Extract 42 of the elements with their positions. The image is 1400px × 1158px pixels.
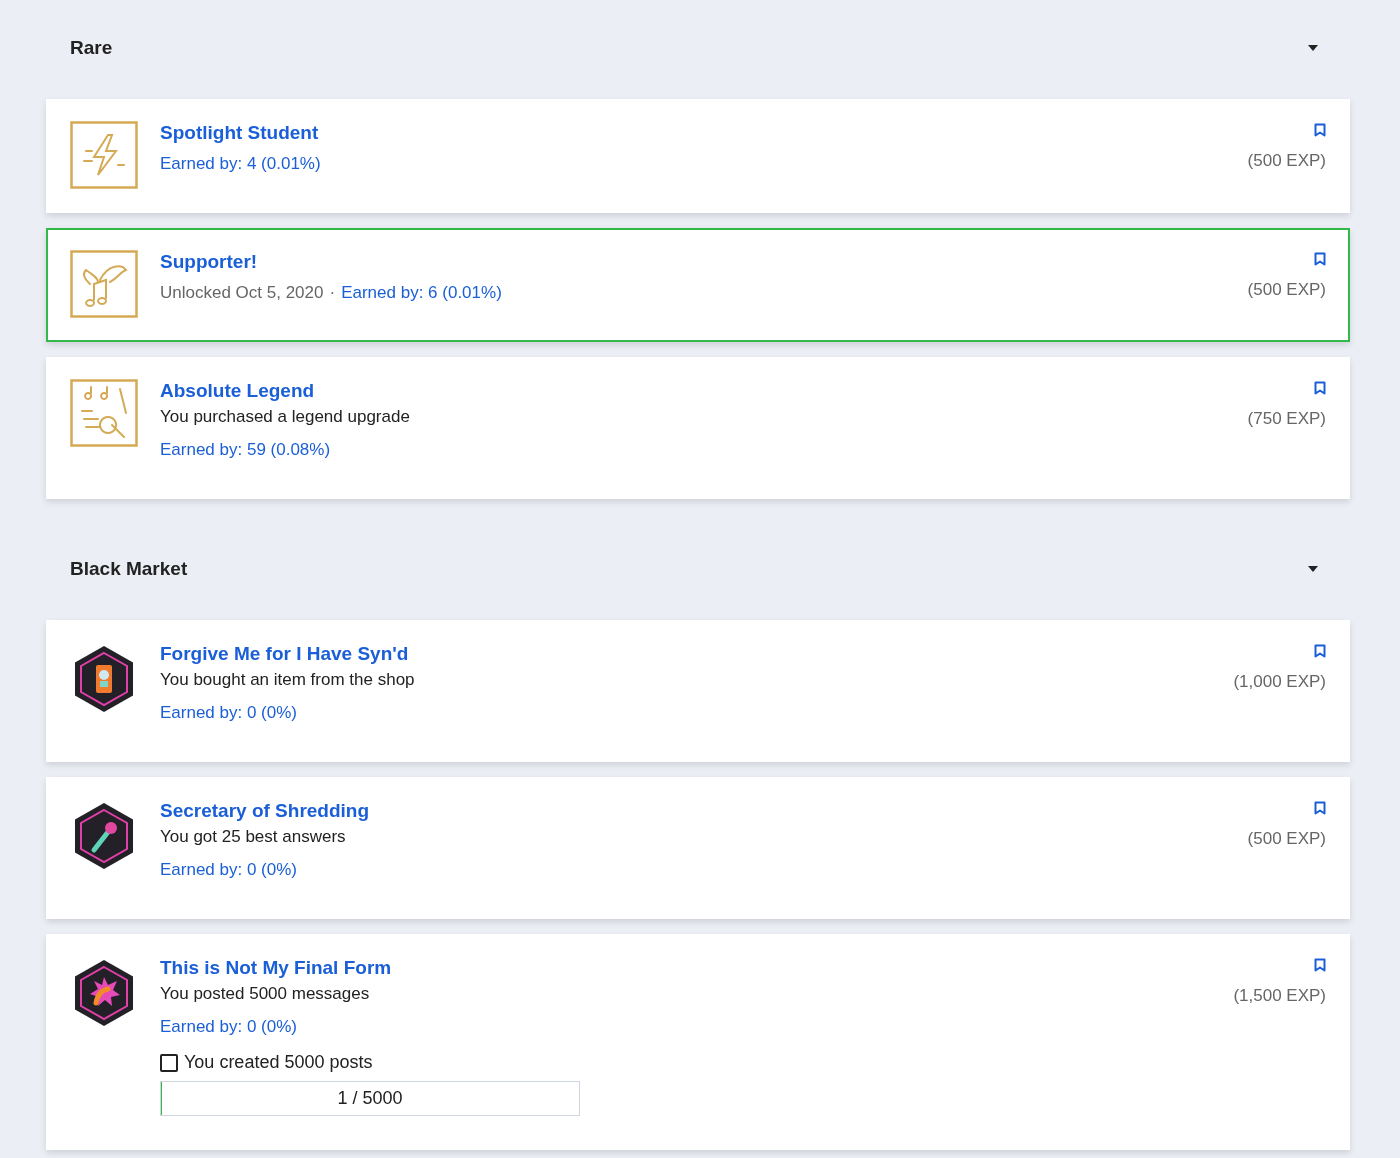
section-title: Black Market (70, 558, 188, 580)
hexagon-badge-icon (74, 959, 134, 1027)
bookmark-icon[interactable] (1314, 801, 1326, 815)
achievement-title[interactable]: Secretary of Shredding (160, 799, 370, 823)
earned-by-count: Earned by: 0 (0%) (160, 703, 297, 722)
framed-badge-icon (70, 379, 138, 447)
criterion-label: You created 5000 posts (184, 1052, 373, 1073)
exp-points: (1,000 EXP) (1233, 672, 1326, 692)
earned-by-count: Earned by: 4 (0.01%) (160, 154, 321, 173)
earned-by-count: Earned by: 0 (0%) (160, 860, 297, 879)
achievement-description: You got 25 best answers (160, 826, 347, 848)
achievement-title[interactable]: Supporter! (160, 250, 258, 274)
bookmark-icon[interactable] (1314, 123, 1326, 137)
bookmark-icon[interactable] (1314, 958, 1326, 972)
bookmark-icon[interactable] (1314, 252, 1326, 266)
earned-by-count: Earned by: 6 (0.01%) (341, 283, 502, 302)
achievement-description: You posted 5000 messages (160, 983, 371, 1005)
exp-points: (500 EXP) (1247, 151, 1326, 171)
separator-dot: · (329, 283, 336, 302)
framed-badge-icon (70, 250, 138, 318)
achievement-title[interactable]: Absolute Legend (160, 379, 315, 403)
exp-points: (500 EXP) (1247, 280, 1326, 300)
caret-icon[interactable] (1308, 45, 1318, 51)
hexagon-badge-icon (74, 645, 134, 713)
bookmark-icon[interactable] (1314, 644, 1326, 658)
framed-badge-icon (70, 121, 138, 189)
caret-icon[interactable] (1308, 566, 1318, 572)
bookmark-icon[interactable] (1314, 381, 1326, 395)
achievement-description: You purchased a legend upgrade (160, 406, 411, 428)
unlocked-date: Unlocked Oct 5, 2020 (160, 283, 324, 302)
achievement-description: You bought an item from the shop (160, 669, 416, 691)
exp-points: (750 EXP) (1247, 409, 1326, 429)
achievement-title[interactable]: Forgive Me for I Have Syn'd (160, 642, 409, 666)
progress-text: 1 / 5000 (337, 1088, 403, 1109)
earned-by-count: Earned by: 59 (0.08%) (160, 440, 331, 459)
exp-points: (1,500 EXP) (1233, 986, 1326, 1006)
hexagon-badge-icon (74, 802, 134, 870)
earned-by-count: Earned by: 0 (0%) (160, 1017, 297, 1036)
exp-points: (500 EXP) (1247, 829, 1326, 849)
achievement-title[interactable]: Spotlight Student (160, 121, 319, 145)
section-title: Rare (70, 37, 113, 59)
achievement-title[interactable]: This is Not My Final Form (160, 956, 392, 980)
